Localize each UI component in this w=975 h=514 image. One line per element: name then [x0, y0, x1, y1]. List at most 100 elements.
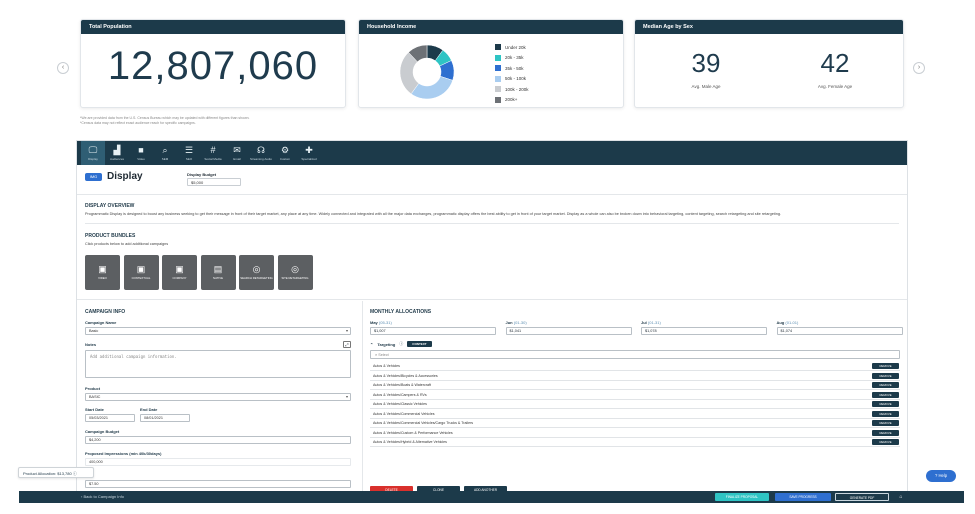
month-allocation-input[interactable]: $1,074	[776, 327, 903, 335]
month-allocation-input[interactable]: $1,078	[641, 327, 767, 335]
help-button[interactable]: ? Help	[926, 470, 956, 482]
display-badge: IMG	[85, 172, 102, 181]
nav-item-label: SEO	[185, 157, 193, 161]
save-progress-button[interactable]: SAVE PROGRESS	[775, 493, 831, 501]
remove-segment-button[interactable]: REMOVE	[872, 429, 899, 436]
remove-segment-button[interactable]: REMOVE	[872, 439, 899, 445]
stats-footnote-line-2: *Census data may not reflect exact audie…	[80, 121, 196, 125]
month-label: Aug (01-01)	[777, 320, 799, 325]
segment-name: Autos & Vehicles/Campers & RVs	[373, 392, 427, 397]
legend-item: 100k - 200k	[495, 84, 529, 95]
legend-label: 20k - 35k	[505, 55, 524, 61]
legend-swatch	[495, 44, 501, 51]
product-allocation-box: Product Allocation: $13,780 ⓘ	[18, 467, 94, 478]
nav-item-label: Social Media	[204, 157, 222, 161]
generate-pdf-button[interactable]: GENERATE PDF	[835, 493, 889, 501]
specialized-icon: ✚	[305, 145, 313, 155]
legend-swatch	[495, 65, 501, 72]
monitor-icon: ◎	[291, 264, 299, 275]
segment-row: Autos & Vehicles/Boats & Watercraft REMOV…	[370, 382, 900, 390]
bundle-label: VIDEO	[98, 276, 107, 281]
nav-item-streaming-audio[interactable]: ☊ Streaming Audio	[249, 141, 273, 165]
month-allocation-input[interactable]: $1,007	[370, 327, 496, 335]
product-allocation-text: Product Allocation: $13,780	[23, 471, 72, 476]
finalize-proposal-button[interactable]: FINALIZE PROPOSAL	[715, 493, 769, 501]
display-budget-input[interactable]: $5,000	[187, 178, 241, 186]
remove-segment-button[interactable]: REMOVE	[872, 372, 899, 379]
bundles-title: PRODUCT BUNDLES	[85, 233, 136, 239]
start-date-label: Start Date	[85, 407, 104, 412]
segment-search-placeholder: Select	[378, 353, 389, 357]
remove-segment-button[interactable]: REMOVE	[872, 363, 899, 369]
bundle-video[interactable]: ▣ VIDEO	[85, 255, 120, 290]
home-icon[interactable]: ⌂	[895, 493, 907, 501]
bundle-native[interactable]: ▤ NATIVE	[200, 255, 236, 290]
nav-item-label: Audiences	[109, 157, 124, 161]
collapse-icon[interactable]: ⌃	[370, 342, 373, 347]
back-link[interactable]: ‹ Back to Campaign Info	[81, 494, 124, 499]
expand-icon[interactable]: ⤢	[343, 341, 351, 348]
streaming-audio-icon: ☊	[257, 145, 265, 155]
remove-segment-button[interactable]: REMOVE	[872, 401, 899, 407]
income-card-title: Household Income	[359, 20, 623, 34]
campaign-budget-input[interactable]: $4,200	[85, 436, 351, 444]
bundle-site-retargeting[interactable]: ◎ SITE RETARGETING	[277, 255, 313, 290]
notes-label: Notes	[85, 342, 97, 347]
notes-textarea[interactable]: Add additional campaign information.	[85, 350, 351, 378]
legend-label: 50k - 100k	[505, 76, 527, 82]
product-nav: 🖵 Display ▟ Audiences ■ Video ⌕ SEM ☰ SEO # Social …	[77, 141, 907, 165]
segment-row: Autos & Vehicles/Campers & RVs REMOVE	[370, 391, 900, 400]
column-divider	[362, 301, 363, 494]
nav-item-custom[interactable]: ⚙ Custom	[273, 141, 297, 165]
remove-segment-button[interactable]: REMOVE	[872, 382, 899, 388]
legend-item: 20k - 35k	[495, 53, 529, 64]
income-donut-chart	[399, 44, 455, 100]
end-date-input[interactable]: 08/01/2021	[140, 414, 190, 422]
male-age-label: Avg. Male Age	[691, 84, 721, 89]
nav-item-email[interactable]: ✉ Email	[225, 141, 249, 165]
bundle-contextual[interactable]: ▣ CONTEXTUAL	[123, 255, 159, 290]
nav-item-display[interactable]: 🖵 Display	[81, 141, 105, 165]
monthly-allocations-title: MONTHLY ALLOCATIONS	[370, 309, 432, 315]
impressions-input[interactable]: 400,000	[85, 458, 351, 466]
carousel-next-button[interactable]: ›	[913, 62, 925, 74]
nav-item-audiences[interactable]: ▟ Audiences	[105, 141, 129, 165]
nav-item-specialized[interactable]: ✚ Specialized	[297, 141, 321, 165]
legend-item: 200k+	[495, 95, 529, 106]
nav-item-seo[interactable]: ☰ SEO	[177, 141, 201, 165]
carousel-prev-button[interactable]: ‹	[57, 62, 69, 74]
donut-slice-3	[410, 76, 453, 100]
month-range: (01-01)	[785, 320, 799, 325]
income-card: Household Income Under 20k 20k - 35k 35k -…	[358, 19, 624, 108]
segment-name: Autos & Vehicles/Hybrid & Alternative Ve…	[373, 440, 447, 444]
bundle-search-retargeting[interactable]: ◎ SEARCH RETARGETING	[239, 255, 274, 290]
cpm-input[interactable]: $7.50	[85, 480, 351, 488]
nav-item-sem[interactable]: ⌕ SEM	[153, 141, 177, 165]
month-name: Jul	[641, 320, 647, 325]
bundle-label: SITE RETARGETING	[281, 276, 309, 281]
product-select[interactable]: BASIC	[85, 393, 351, 401]
nav-item-social-media[interactable]: # Social Media	[201, 141, 225, 165]
start-date-input[interactable]: 05/03/2021	[85, 414, 135, 422]
segment-row: Autos & Vehicles/Bicycles & Accessories R…	[370, 372, 900, 381]
month-allocation-input[interactable]: $1,041	[505, 327, 632, 335]
bundle-label: CONTEXTUAL	[131, 276, 151, 281]
remove-segment-button[interactable]: REMOVE	[872, 420, 899, 426]
targeting-type-tab[interactable]: CONTEXT	[407, 341, 432, 347]
legend-item: Under 20k	[495, 42, 529, 53]
targeting-row: ⌃ Targeting ⓘ CONTEXT	[370, 341, 432, 347]
campaign-name-select[interactable]: Basic	[85, 327, 351, 335]
bundle-label: NATIVE	[213, 276, 223, 281]
video-icon: ■	[138, 145, 144, 155]
segment-search-input[interactable]: ⌕ Select	[370, 350, 900, 359]
legend-swatch	[495, 54, 501, 61]
nav-item-video[interactable]: ■ Video	[129, 141, 153, 165]
remove-segment-button[interactable]: REMOVE	[872, 391, 899, 398]
segment-row: Autos & Vehicles/Hybrid & Alternative Ve…	[370, 439, 900, 447]
nav-item-label: SEM	[161, 157, 169, 161]
bundle-company[interactable]: ▣ COMPANY	[162, 255, 197, 290]
display-icon: 🖵	[88, 145, 98, 155]
nav-item-label: Streaming Audio	[249, 157, 272, 161]
remove-segment-button[interactable]: REMOVE	[872, 410, 899, 417]
segment-name: Autos & Vehicles/Commercial Vehicles/Car…	[373, 421, 474, 425]
